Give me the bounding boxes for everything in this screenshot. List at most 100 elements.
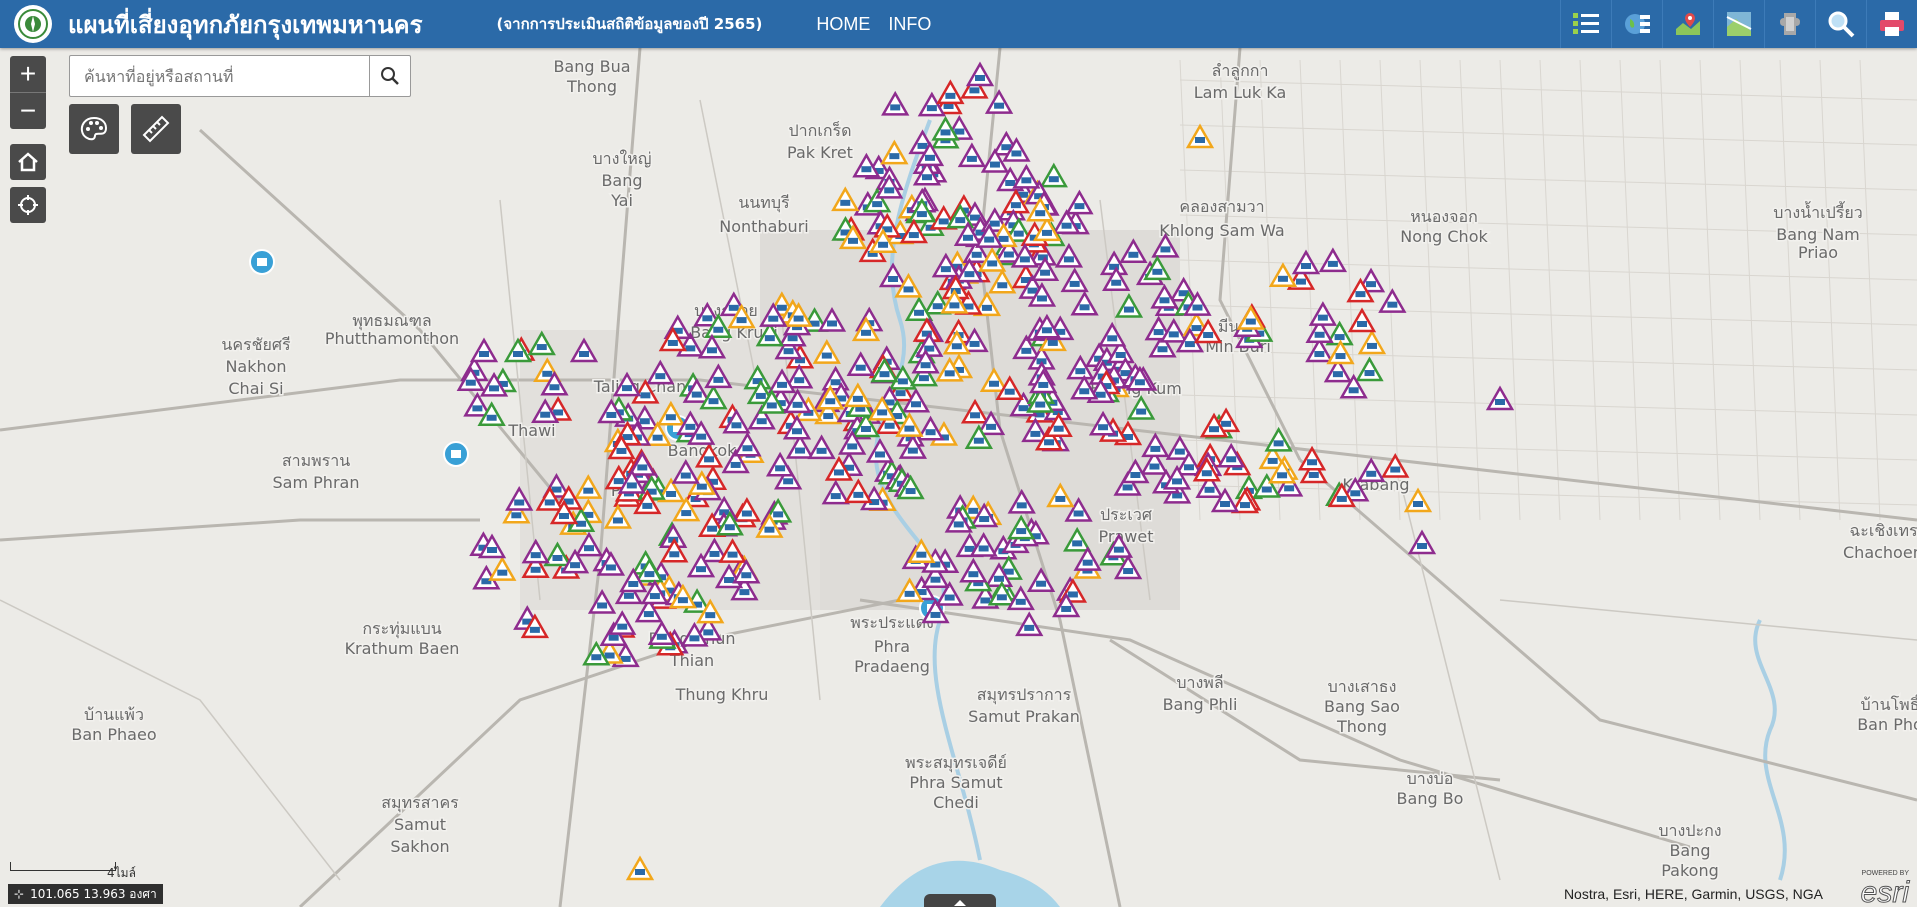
place-label: Thong — [1336, 717, 1387, 736]
place-label: Sakhon — [390, 837, 449, 856]
place-label: คลองสามวา — [1179, 197, 1264, 216]
place-label: Krathum Baen — [345, 639, 460, 658]
basemap-gallery-icon[interactable] — [1713, 0, 1764, 48]
main-nav: HOME INFO — [816, 14, 931, 35]
place-label: Nonthaburi — [719, 217, 808, 236]
app-subtitle: (จากการประเมินสถิติข้อมูลของปี 2565) — [496, 15, 763, 33]
place-label: Nong Chok — [1400, 227, 1488, 246]
place-label: พุทธมณฑล — [352, 311, 431, 331]
place-label: Thung Khru — [675, 685, 769, 704]
place-label: Priao — [1798, 243, 1838, 262]
service-point-marker[interactable] — [249, 249, 275, 275]
place-label: Bang Bua — [553, 57, 630, 76]
place-label: ประเวศ — [1100, 505, 1152, 524]
place-label: Phutthamonthon — [325, 329, 459, 348]
place-label: พระประแดง — [850, 613, 934, 632]
search-button[interactable] — [369, 56, 410, 96]
app-header: แผนที่เสี่ยงอุทกภัยกรุงเทพมหานคร (จากการ… — [0, 0, 1917, 48]
search-box — [69, 55, 411, 97]
place-label: Pakong — [1661, 861, 1719, 880]
bma-logo — [14, 5, 52, 43]
place-label: Chedi — [933, 793, 979, 812]
print-icon[interactable] — [1866, 0, 1917, 48]
place-label: สมุทรสาคร — [381, 793, 459, 813]
place-label: Bang Bo — [1397, 789, 1464, 808]
app-title: แผนที่เสี่ยงอุทกภัยกรุงเทพมหานคร — [68, 10, 423, 39]
zoom-control: + − — [10, 56, 46, 129]
basemap-style-button[interactable] — [69, 104, 119, 154]
widget-toolbar — [1560, 0, 1917, 48]
place-label: นครชัยศรี — [221, 335, 291, 354]
place-label: Bang Phli — [1163, 695, 1238, 714]
map-canvas[interactable]: Bang BuaThongปากเกร็ดPak Kretบางใหญ่Bang… — [0, 0, 1917, 907]
place-label: สมุทรปราการ — [977, 685, 1072, 705]
zoom-out-button[interactable]: − — [10, 93, 46, 129]
esri-logo[interactable]: POWERED BY esri — [1827, 866, 1911, 906]
nav-home-link[interactable]: HOME — [816, 14, 870, 35]
place-label: Phra Samut — [909, 773, 1002, 792]
crosshair-icon — [18, 195, 38, 215]
search-input[interactable] — [70, 56, 369, 96]
map-attribution: Nostra, Esri, HERE, Garmin, USGS, NGA — [1563, 886, 1823, 902]
place-label: Sam Phran — [273, 473, 360, 492]
ruler-icon — [142, 115, 170, 143]
place-label: Chai Si — [228, 379, 283, 398]
nav-info-link[interactable]: INFO — [888, 14, 931, 35]
palette-icon — [80, 116, 108, 141]
place-label: Samut — [394, 815, 446, 834]
map-marker-icon[interactable] — [1662, 0, 1713, 48]
place-label: นนทบุรี — [738, 193, 790, 213]
measure-button[interactable] — [131, 104, 181, 154]
coordinate-display[interactable]: ⊹ 101.065 13.963 องศา — [8, 884, 163, 904]
scale-bar — [10, 862, 116, 871]
place-label: Bang Sao — [1324, 697, 1400, 716]
search-magnifier-icon[interactable] — [1815, 0, 1866, 48]
place-label: บ้านโพธิ์ — [1861, 693, 1917, 714]
place-label: บางบ่อ — [1407, 769, 1454, 788]
home-button[interactable] — [10, 144, 46, 180]
place-label: Nakhon — [225, 357, 286, 376]
place-label: บางปะกง — [1658, 821, 1721, 840]
place-label: สามพราน — [282, 451, 350, 470]
attribute-table-toggle[interactable] — [924, 894, 996, 907]
place-label: Pak Kret — [787, 143, 853, 162]
place-label: Bang Nam — [1776, 225, 1860, 244]
coordinate-value: 101.065 13.963 องศา — [30, 886, 157, 901]
place-label: บ้านแพ้ว — [84, 705, 144, 724]
place-label: Phra — [874, 637, 910, 656]
legend-list-icon[interactable] — [1560, 0, 1611, 48]
place-label: ลำลูกกา — [1212, 61, 1269, 81]
locate-button[interactable] — [10, 187, 46, 223]
place-label: Bang — [601, 171, 642, 190]
place-label: พระสมุทรเจดีย์ — [905, 753, 1007, 773]
place-label: หนองจอก — [1410, 207, 1478, 226]
place-label: Lam Luk Ka — [1194, 83, 1287, 102]
place-label: ฉะเชิงเทรา — [1849, 521, 1917, 540]
place-label: Ban Pho — [1857, 715, 1917, 734]
place-label: Prawet — [1099, 527, 1154, 546]
place-label: Bang — [1669, 841, 1710, 860]
layers-globe-icon[interactable] — [1611, 0, 1662, 48]
place-label: บางเสาธง — [1328, 677, 1397, 696]
place-label: กระทุ่มแบน — [362, 619, 441, 639]
place-label: Ban Phaeo — [71, 725, 156, 744]
place-label: Thawi — [507, 421, 555, 440]
place-label: Chachoeng — [1843, 543, 1917, 562]
place-label: Khlong Sam Wa — [1159, 221, 1284, 240]
place-label: ปากเกร็ด — [789, 120, 852, 140]
place-label: บางพลี — [1176, 673, 1223, 692]
esri-brand-label: esri — [1861, 876, 1911, 906]
place-label: Thong — [566, 77, 617, 96]
home-icon — [18, 152, 38, 172]
zoom-in-button[interactable]: + — [10, 56, 46, 92]
service-point-marker[interactable] — [443, 441, 469, 467]
search-icon — [381, 67, 399, 85]
scale-bar-label: 4ไมล์ — [107, 866, 136, 880]
place-label: Samut Prakan — [968, 707, 1080, 726]
place-label: Yai — [610, 191, 633, 210]
coordinate-toggle-icon[interactable]: ⊹ — [14, 887, 24, 901]
map-puzzle-icon[interactable] — [1764, 0, 1815, 48]
place-label: บางใหญ่ — [593, 149, 652, 168]
place-label: Pradaeng — [854, 657, 930, 676]
flood-risk-map-app: Bang Bua Thong ปากเกร็ด Pak Kret บางใหญ่ Bang… — [0, 0, 1917, 907]
